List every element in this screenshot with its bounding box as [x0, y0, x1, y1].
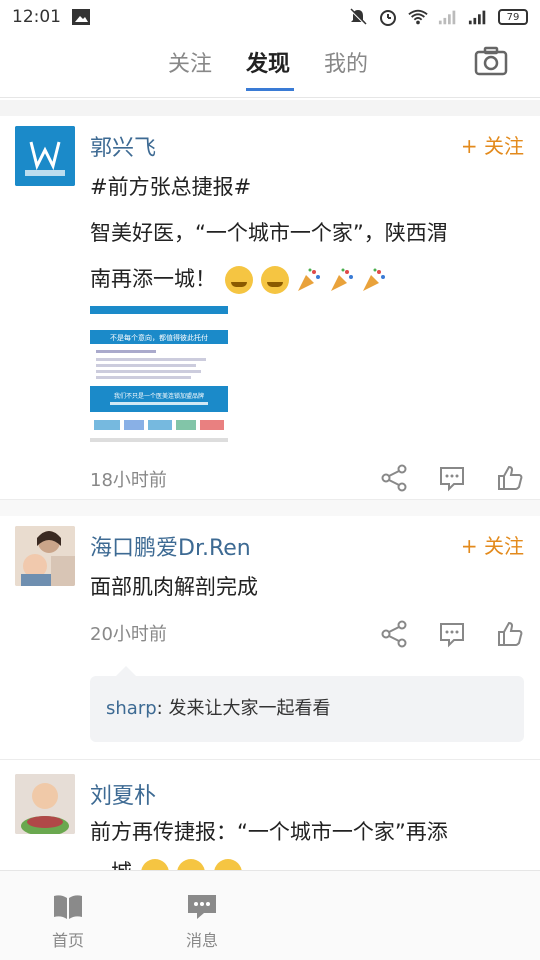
feed-separator — [0, 100, 540, 116]
nav-messages[interactable]: 消息 — [172, 893, 232, 951]
signal-icon-1 — [438, 8, 458, 26]
comment-icon[interactable] — [438, 464, 466, 492]
camera-icon[interactable] — [474, 46, 508, 76]
feed: 郭兴飞 + 关注 #前方张总捷报# 智美好医，“一个城市一个家”，陕西渭 南再添… — [0, 100, 540, 910]
author-name[interactable]: 郭兴飞 — [90, 130, 156, 162]
signal-icon-2 — [468, 8, 488, 26]
avatar[interactable] — [15, 774, 75, 834]
emoji-laugh-icon — [261, 266, 290, 294]
like-icon[interactable] — [496, 620, 524, 648]
comment-author[interactable]: sharp — [106, 698, 157, 719]
post-content: 面部肌肉解剖完成 — [90, 564, 520, 610]
nav-messages-label: 消息 — [185, 931, 218, 950]
post-text-line: 智美好医，“一个城市一个家”，陕西渭 — [90, 221, 448, 245]
author-name[interactable]: 刘夏朴 — [90, 778, 156, 810]
tab-following[interactable]: 关注 — [168, 46, 212, 78]
status-bar: 12:01 79 — [0, 0, 540, 34]
image-notification-icon — [71, 8, 91, 26]
share-icon[interactable] — [380, 464, 408, 492]
avatar[interactable] — [15, 126, 75, 186]
image-caption: 不是每个意向，都值得彼此托付 — [110, 333, 208, 342]
battery-level: 79 — [506, 11, 520, 23]
share-icon[interactable] — [380, 620, 408, 648]
post-item: 郭兴飞 + 关注 #前方张总捷报# 智美好医，“一个城市一个家”，陕西渭 南再添… — [0, 116, 540, 500]
nav-home[interactable]: 首页 — [38, 893, 98, 951]
post-text-line: 前方再传捷报：“一个城市一个家”再添 — [90, 820, 448, 844]
comment-colon: : — [156, 698, 169, 719]
comment-icon[interactable] — [438, 620, 466, 648]
active-tab-indicator — [246, 88, 294, 91]
comment-text: 发来让大家一起看看 — [168, 698, 331, 719]
post-time: 20小时前 — [90, 624, 167, 645]
book-icon — [54, 895, 82, 919]
author-name[interactable]: 海口鹏爱Dr.Ren — [90, 530, 251, 562]
message-icon — [188, 895, 216, 919]
post-text-line: 面部肌肉解剖完成 — [90, 575, 258, 599]
wifi-icon — [408, 8, 428, 26]
post-image[interactable]: 不是每个意向，都值得彼此托付 我们不只是一个医美连锁加盟品牌 — [90, 306, 228, 446]
status-time: 12:01 — [12, 7, 61, 27]
like-icon[interactable] — [496, 464, 524, 492]
post-item: 海口鹏爱Dr.Ren + 关注 面部肌肉解剖完成 20小时前 sharp: 发来… — [0, 516, 540, 760]
bottom-navigation: 首页 消息 — [0, 870, 540, 960]
post-text-line: 南再添一城！ — [90, 256, 520, 302]
feed-separator — [0, 500, 540, 516]
post-actions — [380, 464, 524, 492]
tab-mine[interactable]: 我的 — [324, 46, 368, 78]
party-popper-icon — [363, 268, 386, 291]
tab-discover[interactable]: 发现 — [246, 46, 290, 78]
party-popper-icon — [298, 268, 321, 291]
follow-button[interactable]: + 关注 — [461, 530, 524, 559]
comment-bubble[interactable]: sharp: 发来让大家一起看看 — [90, 666, 524, 742]
nav-home-label: 首页 — [51, 931, 84, 950]
post-content: #前方张总捷报# 智美好医，“一个城市一个家”，陕西渭 南再添一城！ — [90, 164, 520, 302]
mute-icon — [348, 8, 368, 26]
image-subtitle: 我们不只是一个医美连锁加盟品牌 — [114, 392, 204, 400]
alarm-icon — [378, 8, 398, 26]
party-popper-icon — [330, 268, 353, 291]
battery-icon: 79 — [498, 9, 528, 25]
top-navigation: 关注 发现 我的 — [0, 34, 540, 98]
emoji-laugh-icon — [224, 266, 253, 294]
post-actions — [380, 620, 524, 648]
post-text-line: #前方张总捷报# — [90, 175, 252, 199]
follow-button[interactable]: + 关注 — [461, 130, 524, 159]
post-time: 18小时前 — [90, 470, 167, 491]
post-text-end: 南再添一城！ — [90, 267, 216, 291]
avatar[interactable] — [15, 526, 75, 586]
